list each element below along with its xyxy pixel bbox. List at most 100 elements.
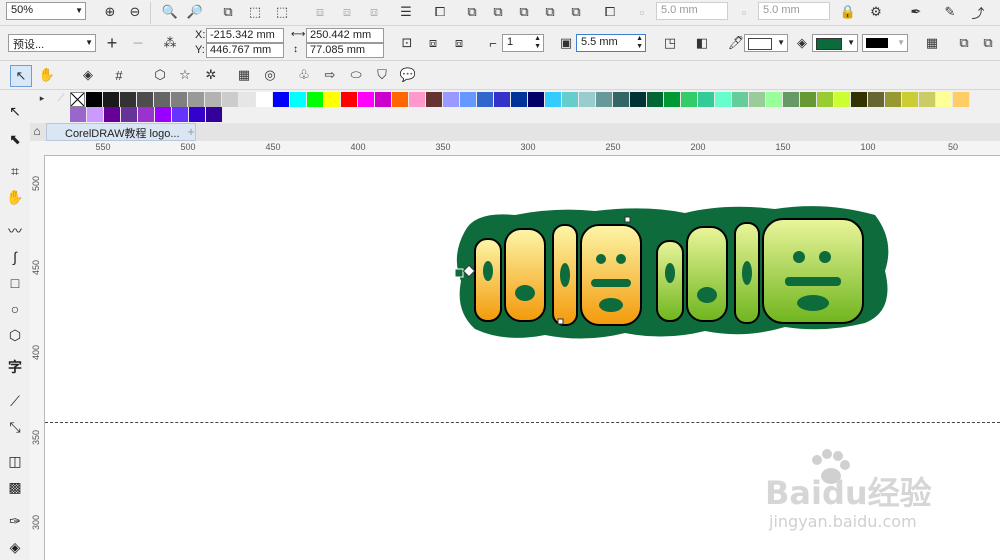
complex-star-icon[interactable]: ✲: [201, 65, 221, 85]
flowchart-shapes-icon[interactable]: ⬭: [346, 65, 366, 85]
horizontal-ruler[interactable]: 550 500 450 400 350 300 250 200 150 100 …: [45, 141, 1000, 156]
freehand-tool-icon[interactable]: 〰: [4, 220, 26, 242]
palette-swatch[interactable]: [579, 92, 596, 107]
pen-node-icon[interactable]: ✒: [906, 2, 926, 22]
remove-preset-icon[interactable]: −: [128, 33, 148, 53]
graph-paper-icon[interactable]: ▦: [234, 65, 254, 85]
simplify-icon[interactable]: ⧉: [540, 2, 560, 22]
shape-tool-icon[interactable]: ⬉: [4, 128, 26, 150]
palette-swatch[interactable]: [341, 92, 358, 107]
palette-swatch[interactable]: [664, 92, 681, 107]
palette-swatch[interactable]: [154, 92, 171, 107]
palette-swatch[interactable]: [155, 107, 172, 122]
edit-curve-icon[interactable]: ✎: [940, 2, 960, 22]
vertical-ruler[interactable]: 500 450 400 350 300: [30, 155, 45, 560]
palette-swatch[interactable]: [120, 92, 137, 107]
banner-shapes-icon[interactable]: ⛉: [372, 65, 392, 85]
text-tool-icon[interactable]: 字: [4, 356, 26, 378]
transparency-tool-icon[interactable]: ▩: [4, 476, 26, 498]
polygon-tool-icon[interactable]: ⬡: [4, 324, 26, 346]
selection-handle[interactable]: [624, 216, 631, 223]
palette-swatch[interactable]: [87, 107, 104, 122]
zoom-width-icon[interactable]: ⬚: [245, 2, 265, 22]
more-icon[interactable]: ⧉: [978, 33, 998, 53]
drawing-canvas[interactable]: Baidu经验 jingyan.baidu.com: [45, 156, 1000, 560]
outline-color-picker[interactable]: ▼: [744, 34, 788, 52]
palette-swatch[interactable]: [205, 92, 222, 107]
width-field[interactable]: 250.442 mm: [306, 28, 384, 43]
palette-swatch[interactable]: [511, 92, 528, 107]
lock-icon[interactable]: 🔒: [838, 2, 858, 22]
interactive-fill-icon[interactable]: ◈: [4, 536, 26, 558]
eyedropper-icon[interactable]: ⟋: [54, 92, 68, 104]
palette-swatch[interactable]: [477, 92, 494, 107]
palette-swatch[interactable]: [494, 92, 511, 107]
palette-swatch[interactable]: [138, 107, 155, 122]
palette-swatch[interactable]: [171, 92, 188, 107]
palette-swatch[interactable]: [613, 92, 630, 107]
palette-swatch[interactable]: [104, 107, 121, 122]
connector-tool-icon[interactable]: ⤡: [4, 416, 26, 438]
y-field[interactable]: 446.767 mm: [206, 43, 284, 58]
to-front-icon[interactable]: ⧠: [430, 2, 450, 22]
curve-icon[interactable]: ⤴: [968, 2, 988, 22]
contour-steps-field[interactable]: 1 ▲ ▼: [502, 34, 544, 52]
new-tab-button[interactable]: +: [182, 122, 200, 140]
palette-swatch[interactable]: [528, 92, 545, 107]
palette-swatch[interactable]: [443, 92, 460, 107]
home-icon[interactable]: ⌂: [28, 122, 46, 140]
artistic-media-icon[interactable]: ∫: [4, 246, 26, 268]
x-field[interactable]: -215.342 mm: [206, 28, 284, 43]
palette-swatch[interactable]: [222, 92, 239, 107]
palette-swatch[interactable]: [800, 92, 817, 107]
boundary-icon[interactable]: ⧠: [600, 2, 620, 22]
palette-swatch[interactable]: [324, 92, 341, 107]
to-center-icon[interactable]: ⊡: [397, 33, 417, 53]
spiral-icon[interactable]: ◎: [260, 65, 280, 85]
palette-swatch[interactable]: [630, 92, 647, 107]
inside-contour-icon[interactable]: ⧈: [423, 33, 443, 53]
palette-swatch[interactable]: [868, 92, 885, 107]
spinner-icon[interactable]: ▲ ▼: [636, 35, 643, 51]
ruler-corner[interactable]: [30, 141, 46, 156]
transform-icon[interactable]: ⚙: [866, 2, 886, 22]
document-tab[interactable]: CorelDRAW教程 logo...: [46, 123, 196, 141]
nudge-v-field[interactable]: 5.0 mm: [758, 2, 830, 20]
zoom-out-icon[interactable]: ⊖: [125, 2, 145, 22]
palette-swatch[interactable]: [647, 92, 664, 107]
palette-swatch[interactable]: [426, 92, 443, 107]
selection-handle[interactable]: [557, 318, 564, 325]
palette-swatch[interactable]: [834, 92, 851, 107]
palette-swatch[interactable]: [596, 92, 613, 107]
clear-contour-icon[interactable]: ⧉: [954, 33, 974, 53]
palette-swatch[interactable]: [206, 107, 223, 122]
palette-swatch[interactable]: [189, 107, 206, 122]
copy-properties-icon[interactable]: ▦: [922, 33, 942, 53]
ungroup-icon[interactable]: ⧈: [310, 2, 330, 22]
grid-icon[interactable]: #: [109, 65, 129, 85]
add-preset-icon[interactable]: +: [102, 33, 122, 53]
selection-handle[interactable]: [454, 268, 464, 278]
palette-swatch[interactable]: [562, 92, 579, 107]
align-icon[interactable]: ☰: [396, 2, 416, 22]
palette-swatch[interactable]: [86, 92, 103, 107]
palette-swatch[interactable]: [919, 92, 936, 107]
dimension-tool-icon[interactable]: ⟋: [4, 390, 26, 412]
nudge-h-field[interactable]: 5.0 mm: [656, 2, 728, 20]
palette-swatch[interactable]: [851, 92, 868, 107]
logo-artwork[interactable]: [445, 201, 905, 351]
front-minus-back-icon[interactable]: ⧉: [566, 2, 586, 22]
palette-swatch[interactable]: [885, 92, 902, 107]
palette-swatch[interactable]: [358, 92, 375, 107]
callout-shapes-icon[interactable]: 💬: [398, 65, 418, 85]
contour-tool-icon[interactable]: ◫: [4, 450, 26, 472]
palette-swatch[interactable]: [460, 92, 477, 107]
palette-scroll-icon[interactable]: ▸: [36, 92, 48, 104]
weld-icon[interactable]: ⧉: [462, 2, 482, 22]
palette-swatch[interactable]: [783, 92, 800, 107]
pick-tool-icon[interactable]: ↖: [10, 65, 32, 87]
pan-tool-icon[interactable]: ✋: [4, 186, 26, 208]
spinner-icon[interactable]: ▲ ▼: [534, 35, 541, 51]
zoom-height-icon[interactable]: ⬚: [272, 2, 292, 22]
hand-tool-icon[interactable]: ✋: [37, 65, 57, 85]
